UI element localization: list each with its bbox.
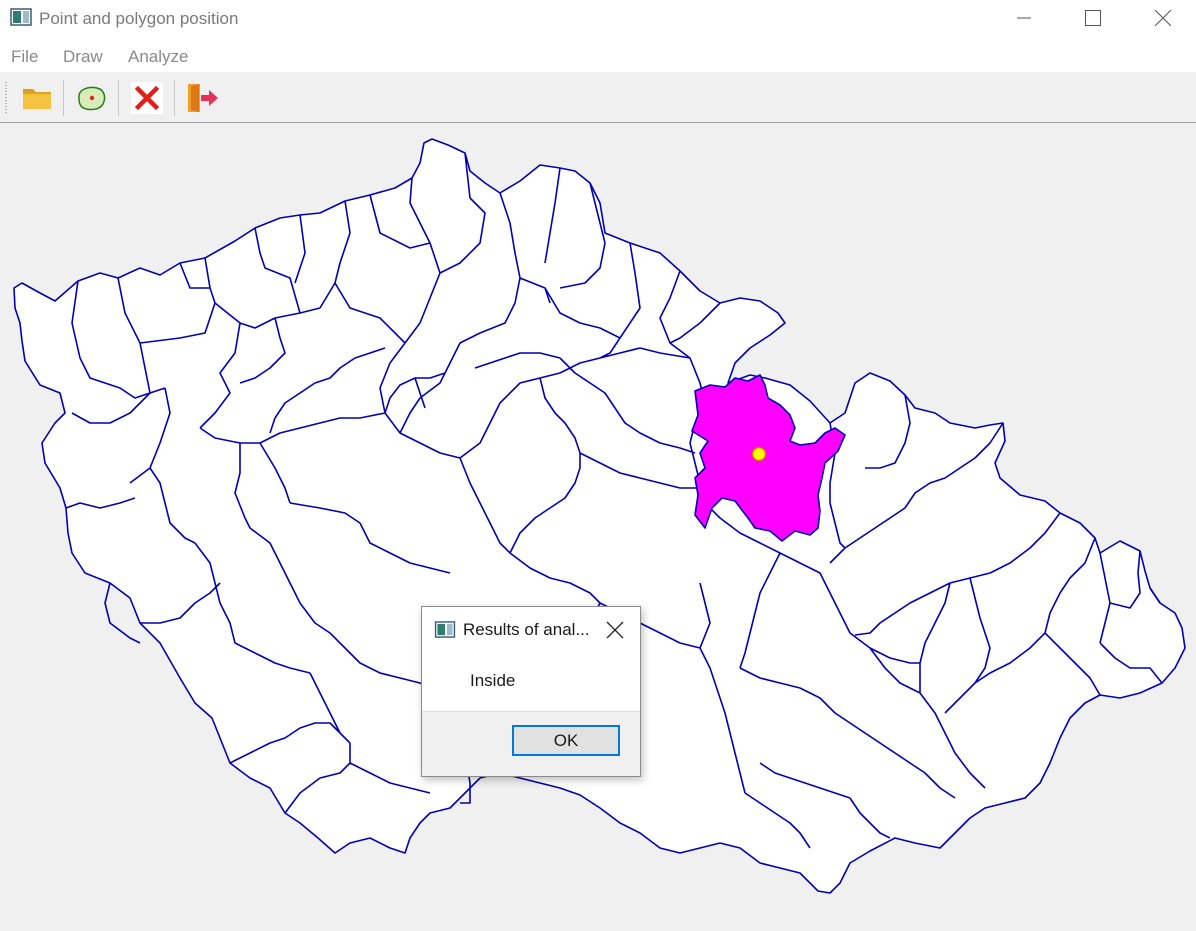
point-in-polygon-icon: [78, 86, 106, 111]
toolbar-separator: [63, 80, 64, 116]
toolbar-grip[interactable]: [5, 82, 7, 114]
folder-open-icon: [23, 89, 51, 109]
toolbar: [0, 74, 1196, 123]
close-button[interactable]: [1128, 0, 1196, 36]
close-icon[interactable]: [604, 619, 626, 641]
query-point[interactable]: [751, 446, 767, 462]
maximize-icon: [1085, 10, 1101, 26]
menu-bar: File Draw Analyze: [0, 38, 1196, 72]
result-dialog: Results of anal... Inside OK: [421, 606, 641, 777]
minimize-icon: [1017, 17, 1031, 19]
dialog-body: Inside: [422, 651, 640, 712]
exit-button[interactable]: [185, 80, 221, 116]
close-icon: [1155, 10, 1171, 26]
dialog-title: Results of anal...: [463, 620, 590, 639]
maximize-button[interactable]: [1058, 0, 1128, 36]
toolbar-separator: [118, 80, 119, 116]
menu-draw[interactable]: Draw: [63, 47, 103, 67]
window-title: Point and polygon position: [39, 9, 239, 28]
ok-button[interactable]: OK: [512, 725, 620, 756]
dialog-title-bar[interactable]: Results of anal...: [422, 607, 640, 651]
menu-analyze[interactable]: Analyze: [128, 47, 188, 67]
minimize-button[interactable]: [989, 0, 1059, 36]
title-bar: Point and polygon position: [0, 0, 1196, 38]
exit-icon: [188, 84, 218, 112]
dialog-message: Inside: [470, 671, 516, 690]
map-canvas[interactable]: [0, 123, 1196, 931]
country-outline: [13, 138, 1186, 894]
clear-icon: [131, 82, 163, 114]
open-file-button[interactable]: [19, 80, 55, 116]
toolbar-separator: [174, 80, 175, 116]
analyze-button[interactable]: [73, 80, 109, 116]
app-icon: [10, 8, 32, 26]
czech-districts-map[interactable]: [0, 123, 1196, 931]
menu-file[interactable]: File: [11, 47, 38, 67]
clear-button[interactable]: [129, 80, 165, 116]
app-icon: [434, 621, 456, 638]
